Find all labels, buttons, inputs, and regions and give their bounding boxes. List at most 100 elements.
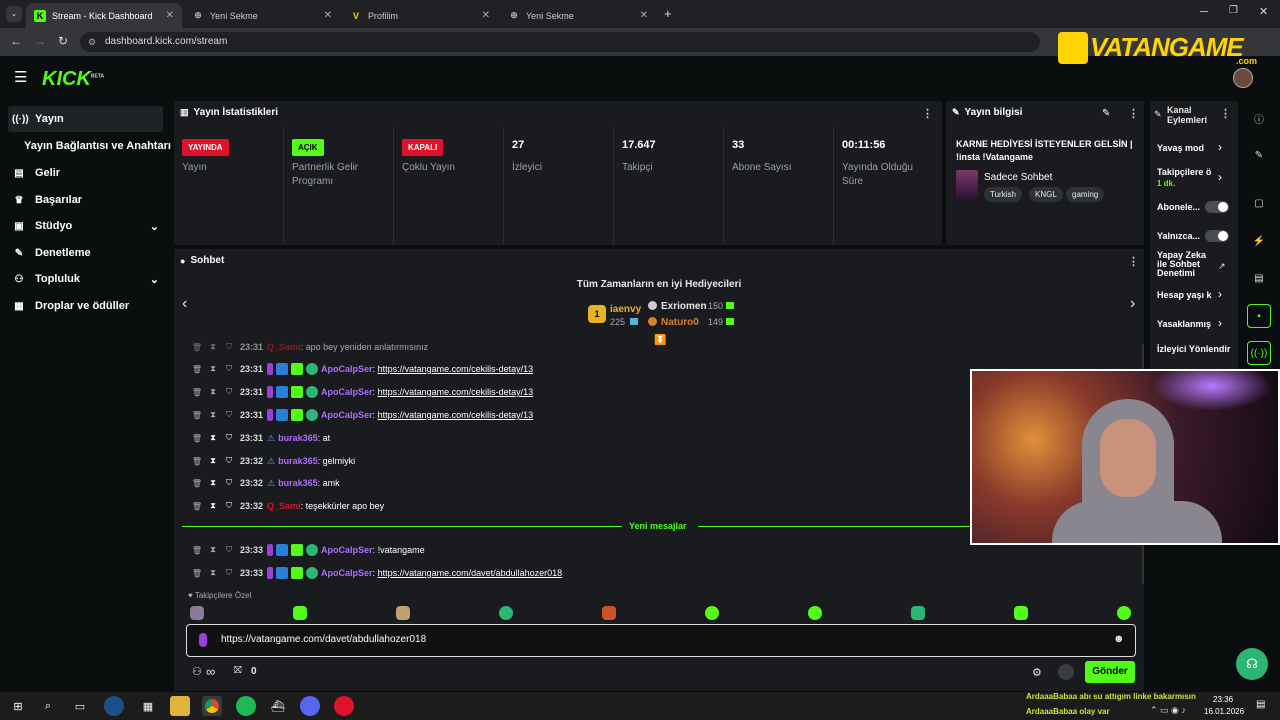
emote-icon[interactable] (190, 606, 204, 620)
clock-date[interactable]: 16.01.2026 (1204, 707, 1244, 716)
reload-icon[interactable]: ↻ (58, 34, 68, 48)
trash-icon[interactable]: 🗑 (190, 365, 204, 374)
ai-moderation-action[interactable]: Yapay Zeka ile Sohbet Denetimi (1157, 251, 1209, 278)
close-icon[interactable]: ✕ (640, 10, 648, 21)
browser-tab-new-1[interactable]: ⊕ Yeni Sekme ✕ (184, 3, 340, 28)
emote-icon[interactable] (293, 606, 307, 620)
timeout-icon[interactable]: ⧗ (206, 478, 220, 488)
maximize-icon[interactable]: ❐ (1229, 5, 1238, 16)
ban-icon[interactable]: ⛉ (222, 568, 236, 578)
subscribers-only-toggle[interactable] (1205, 201, 1229, 213)
info-icon[interactable]: ⓘ (1247, 106, 1271, 130)
more-options-icon[interactable]: ⋮ (1128, 255, 1139, 268)
app-icon[interactable] (334, 696, 354, 716)
message-link[interactable]: https://vatangame.com/cekilis-detay/13 (378, 410, 534, 420)
forward-icon[interactable]: → (34, 34, 46, 48)
more-options-icon[interactable]: ⋮ (1128, 107, 1139, 120)
message-link[interactable]: https://vatangame.com/davet/abdullahozer… (378, 568, 563, 578)
spotify-icon[interactable] (236, 696, 256, 716)
back-icon[interactable]: ← (10, 34, 22, 48)
ban-icon[interactable]: ⛉ (222, 410, 236, 420)
close-icon[interactable]: ✕ (324, 10, 332, 21)
ban-icon[interactable]: ⛉ (222, 364, 236, 374)
chat-username[interactable]: burak365 (278, 478, 318, 488)
screen-icon[interactable]: ▢ (1247, 191, 1271, 215)
avatar[interactable] (1233, 68, 1253, 88)
chat-username[interactable]: ApoCalpSer (321, 568, 373, 578)
more-options-icon[interactable]: ⋮ (1220, 107, 1231, 120)
message-link[interactable]: https://vatangame.com/cekilis-detay/13 (378, 387, 534, 397)
ban-icon[interactable]: ⛉ (222, 433, 236, 443)
pencil-icon[interactable]: ✎ (1247, 143, 1271, 167)
emote-icon[interactable] (499, 606, 513, 620)
more-options-icon[interactable]: ⋮ (922, 107, 933, 120)
chevron-right-icon[interactable]: › (1218, 316, 1222, 330)
discord-icon[interactable] (300, 696, 320, 716)
emote-icon[interactable] (1014, 606, 1028, 620)
tab-search-icon[interactable]: ⌄ (6, 6, 22, 22)
browser-tab-kick[interactable]: K Stream - Kick Dashboard ✕ (26, 3, 182, 28)
trash-icon[interactable]: 🗑 (190, 569, 204, 578)
chevron-left-icon[interactable]: ‹ (182, 295, 187, 313)
emote-only-toggle[interactable] (1205, 230, 1229, 242)
menu-icon[interactable]: ☰ (14, 68, 27, 86)
chat-input[interactable]: https://vatangame.com/davet/abdullahozer… (186, 624, 1136, 657)
new-tab-button[interactable]: + (664, 6, 672, 21)
emote-icon[interactable] (1117, 606, 1131, 620)
trash-icon[interactable]: 🗑 (190, 411, 204, 420)
chat-username[interactable]: ApoCalpSer (321, 387, 373, 397)
store-icon[interactable]: ▦ (138, 696, 158, 716)
external-link-icon[interactable]: ↗ (1218, 261, 1226, 272)
kick-logo[interactable]: KICKBETA (42, 68, 104, 91)
close-icon[interactable]: ✕ (166, 10, 174, 21)
lightning-icon[interactable]: ⚡ (1247, 229, 1271, 253)
chat-username[interactable]: ApoCalpSer (321, 410, 373, 420)
emote-icon[interactable] (602, 606, 616, 620)
close-window-icon[interactable]: ✕ (1259, 5, 1268, 18)
gift-icon[interactable]: ⛝ (234, 665, 242, 676)
url-input[interactable]: ⚙ dashboard.kick.com/stream (80, 32, 1040, 52)
timeout-icon[interactable]: ⧗ (206, 433, 220, 443)
timeout-icon[interactable]: ⧗ (206, 501, 220, 511)
steam-icon[interactable] (104, 696, 124, 716)
trash-icon[interactable]: 🗑 (190, 479, 204, 488)
task-view-icon[interactable]: ▭ (70, 696, 90, 716)
settings-icon[interactable]: ⚙ (1032, 666, 1042, 679)
timeout-icon[interactable]: ⧗ (206, 568, 220, 578)
sidebar-item-yayin[interactable]: ((·)) Yayın (8, 106, 163, 132)
chevron-right-icon[interactable]: › (1218, 170, 1222, 184)
clock-time[interactable]: 23:36 (1213, 695, 1233, 704)
trash-icon[interactable]: 🗑 (190, 502, 204, 511)
ban-icon[interactable]: ⛉ (222, 342, 236, 352)
notes-icon[interactable]: ▤ (1247, 266, 1271, 290)
chevron-right-icon[interactable]: › (1218, 287, 1222, 301)
chat-username[interactable]: Q_Sami (267, 342, 301, 352)
sidebar-item-topluluk[interactable]: ⚇ Topluluk ⌄ (8, 266, 163, 292)
emote-icon[interactable] (396, 606, 410, 620)
ban-icon[interactable]: ⛉ (222, 387, 236, 397)
trash-icon[interactable]: 🗑 (190, 457, 204, 466)
trash-icon[interactable]: 🗑 (190, 434, 204, 443)
ban-icon[interactable]: ⛉ (222, 456, 236, 466)
ban-icon[interactable]: ⛉ (222, 545, 236, 555)
timeout-icon[interactable]: ⧗ (206, 410, 220, 420)
folder-icon[interactable] (170, 696, 190, 716)
followers-only-action[interactable]: Takipçilere ö (1157, 167, 1215, 177)
sidebar-item-gelir[interactable]: ▤ Gelir (8, 160, 163, 186)
chat-username[interactable]: ApoCalpSer (321, 545, 373, 555)
chat-username[interactable]: burak365 (278, 433, 318, 443)
sidebar-item-studyo[interactable]: ▣ Stüdyo ⌄ (8, 213, 163, 239)
notification-icon[interactable]: ▤ (1256, 699, 1265, 710)
emote-icon[interactable] (705, 606, 719, 620)
sidebar-item-stream-key[interactable]: Yayın Bağlantısı ve Anahtarı (20, 133, 172, 159)
chat-username[interactable]: burak365 (278, 456, 318, 466)
search-icon[interactable]: ⌕ (38, 696, 58, 716)
edit-icon[interactable]: ✎ (1102, 108, 1110, 119)
browser-tab-new-2[interactable]: ⊕ Yeni Sekme ✕ (500, 3, 656, 28)
chat-username[interactable]: ApoCalpSer (321, 364, 373, 374)
timeout-icon[interactable]: ⧗ (206, 364, 220, 374)
emote-icon[interactable] (911, 606, 925, 620)
timeout-icon[interactable]: ⧗ (206, 456, 220, 466)
ban-icon[interactable]: ⛉ (222, 501, 236, 511)
timeout-icon[interactable]: ⧗ (206, 545, 220, 555)
